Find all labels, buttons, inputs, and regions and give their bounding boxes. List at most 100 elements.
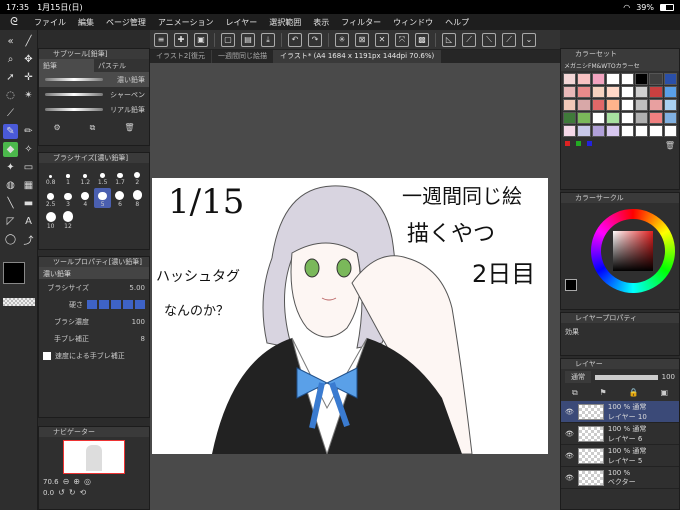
menu-animation[interactable]: アニメーション (152, 17, 220, 28)
visibility-eye-icon[interactable]: 👁 (565, 474, 574, 482)
tab-document[interactable]: 一週間同じ絵描 (212, 50, 275, 63)
visibility-eye-icon[interactable]: 👁 (565, 408, 574, 416)
menu-list-icon[interactable]: ≡ (154, 32, 168, 47)
brush-size-option[interactable]: 1.2 (77, 166, 94, 186)
operation-tool-icon[interactable]: ➚ (3, 70, 18, 85)
text-tool-icon[interactable]: A (21, 214, 36, 229)
color-swatch[interactable] (563, 73, 577, 85)
layer-opacity-value[interactable]: 100 (662, 373, 675, 381)
color-swatch[interactable] (634, 112, 649, 124)
brush-size-option[interactable]: 8 (129, 188, 146, 208)
transparent-color-swatch[interactable] (3, 298, 35, 306)
brush-size-row[interactable]: ブラシサイズ 5.00 (39, 279, 149, 296)
color-swatch[interactable] (577, 125, 591, 137)
snap-special-icon[interactable]: ⟋ (462, 32, 476, 47)
delete-color-icon[interactable]: 🗑 (665, 141, 675, 150)
color-swatch[interactable] (649, 125, 663, 137)
pencil-tool-icon[interactable]: ✏ (21, 124, 36, 139)
app-logo-icon[interactable]: ᘓ (0, 15, 28, 29)
clear-selection-icon[interactable]: ⊠ (355, 32, 369, 47)
brush-size-option[interactable]: 6 (111, 188, 128, 208)
speed-stabilization-checkbox[interactable] (43, 351, 51, 360)
brush-item[interactable]: 濃い鉛筆 (39, 72, 149, 87)
brush-item[interactable]: リアル鉛筆 (39, 102, 149, 117)
brush-item[interactable]: シャーペン (39, 87, 149, 102)
color-swatch[interactable] (649, 99, 663, 111)
color-swatch[interactable] (591, 125, 606, 137)
color-swatch[interactable] (591, 99, 606, 111)
menu-edit[interactable]: 編集 (72, 17, 100, 28)
brush-size-option[interactable]: 1 (59, 166, 76, 186)
airbrush-tool-icon[interactable]: ✧ (21, 142, 36, 157)
lasso-tool-icon[interactable]: ◌ (3, 88, 18, 103)
move-tool-icon[interactable]: ✥ (21, 52, 36, 67)
open-icon[interactable]: ▤ (241, 32, 255, 47)
menu-file[interactable]: ファイル (28, 17, 72, 28)
brush-size-option[interactable]: 10 (42, 210, 59, 230)
saturation-value-box[interactable] (613, 231, 653, 271)
color-swatch[interactable] (649, 73, 663, 85)
color-swatch[interactable] (634, 99, 649, 111)
new-canvas-icon[interactable]: ✚ (174, 32, 188, 47)
color-swatch[interactable] (563, 99, 577, 111)
color-swatch[interactable] (663, 73, 677, 85)
color-swatch[interactable] (634, 73, 649, 85)
decoration-tool-icon[interactable]: ✦ (3, 160, 18, 175)
snap-grid-icon[interactable]: ⟍ (482, 32, 496, 47)
correct-line-icon[interactable]: ⤴ (21, 232, 36, 247)
brush-size-option[interactable]: 3 (59, 188, 76, 208)
speed-stabilization-row[interactable]: 速度による手ブレ補正 (39, 347, 149, 364)
lock-icon[interactable]: 🔒 (629, 388, 639, 398)
mask-icon[interactable]: ▣ (660, 388, 668, 398)
color-swatch[interactable] (591, 86, 606, 98)
pen-mini-icon[interactable]: ╱ (21, 34, 36, 49)
redo-icon[interactable]: ↷ (308, 32, 322, 47)
pen-tool-icon[interactable]: ✎ (3, 124, 18, 139)
color-swatch[interactable] (591, 112, 606, 124)
chevron-down-icon[interactable]: ⌄ (522, 32, 536, 47)
layer-row[interactable]: 👁 100 % 通常 レイヤー 5 (561, 445, 679, 467)
brush-size-option[interactable]: 12 (59, 210, 76, 230)
color-swatch[interactable] (649, 86, 663, 98)
brush-size-option[interactable]: 1.7 (111, 166, 128, 186)
brush-size-option[interactable]: 1.5 (94, 166, 111, 186)
color-swatch[interactable] (606, 112, 620, 124)
color-swatch[interactable] (563, 86, 577, 98)
reference-icon[interactable]: ⚑ (600, 388, 607, 398)
move-layer-icon[interactable]: ✛ (21, 70, 36, 85)
save-icon[interactable]: ▣ (194, 32, 208, 47)
brush-size-option[interactable]: 2 (129, 166, 146, 186)
snap-ruler-icon[interactable]: ◺ (442, 32, 456, 47)
magic-wand-icon[interactable]: ✴ (21, 88, 36, 103)
blend-mode-select[interactable]: 通常 (565, 371, 591, 383)
menu-selection[interactable]: 選択範囲 (263, 17, 307, 28)
copy-subtool-icon[interactable]: ⧉ (90, 123, 96, 133)
color-swatch[interactable] (606, 99, 620, 111)
visibility-eye-icon[interactable]: 👁 (565, 452, 574, 460)
zoom-out-icon[interactable]: ⊖ (63, 477, 70, 486)
color-swatch[interactable] (563, 125, 577, 137)
drawing-canvas[interactable]: 1/15 一週間同じ絵 描くやつ 2日目 ハッシュタグ なんのか？ (152, 178, 548, 454)
figure-tool-icon[interactable]: ╲ (3, 196, 18, 211)
clear-icon[interactable]: ✕ (375, 32, 389, 47)
layer-row[interactable]: 👁 100 % 通常 レイヤー 10 (561, 401, 679, 423)
menu-filter[interactable]: フィルター (335, 17, 387, 28)
snap-perspective-icon[interactable]: ⟋ (502, 32, 516, 47)
fill-tool-icon[interactable]: ◍ (3, 178, 18, 193)
hardness-row[interactable]: 硬さ (39, 296, 149, 313)
gradient-tool-icon[interactable]: ▦ (21, 178, 36, 193)
color-swatch[interactable] (663, 99, 677, 111)
menu-view[interactable]: 表示 (307, 17, 335, 28)
subtool-tab-pastel[interactable]: パステル (94, 59, 149, 72)
undo-icon[interactable]: ↶ (288, 32, 302, 47)
menu-window[interactable]: ウィンドウ (387, 17, 439, 28)
color-swatch[interactable] (577, 112, 591, 124)
new-file-icon[interactable]: ▢ (221, 32, 235, 47)
menu-layer[interactable]: レイヤー (220, 17, 264, 28)
deselect-icon[interactable]: ✳ (335, 32, 349, 47)
delete-subtool-icon[interactable]: 🗑 (124, 123, 134, 133)
navigator-preview[interactable] (63, 440, 125, 474)
stabilization-row[interactable]: 手ブレ補正 8 (39, 330, 149, 347)
color-swatch[interactable] (663, 86, 677, 98)
density-row[interactable]: ブラシ濃度 100 (39, 313, 149, 330)
